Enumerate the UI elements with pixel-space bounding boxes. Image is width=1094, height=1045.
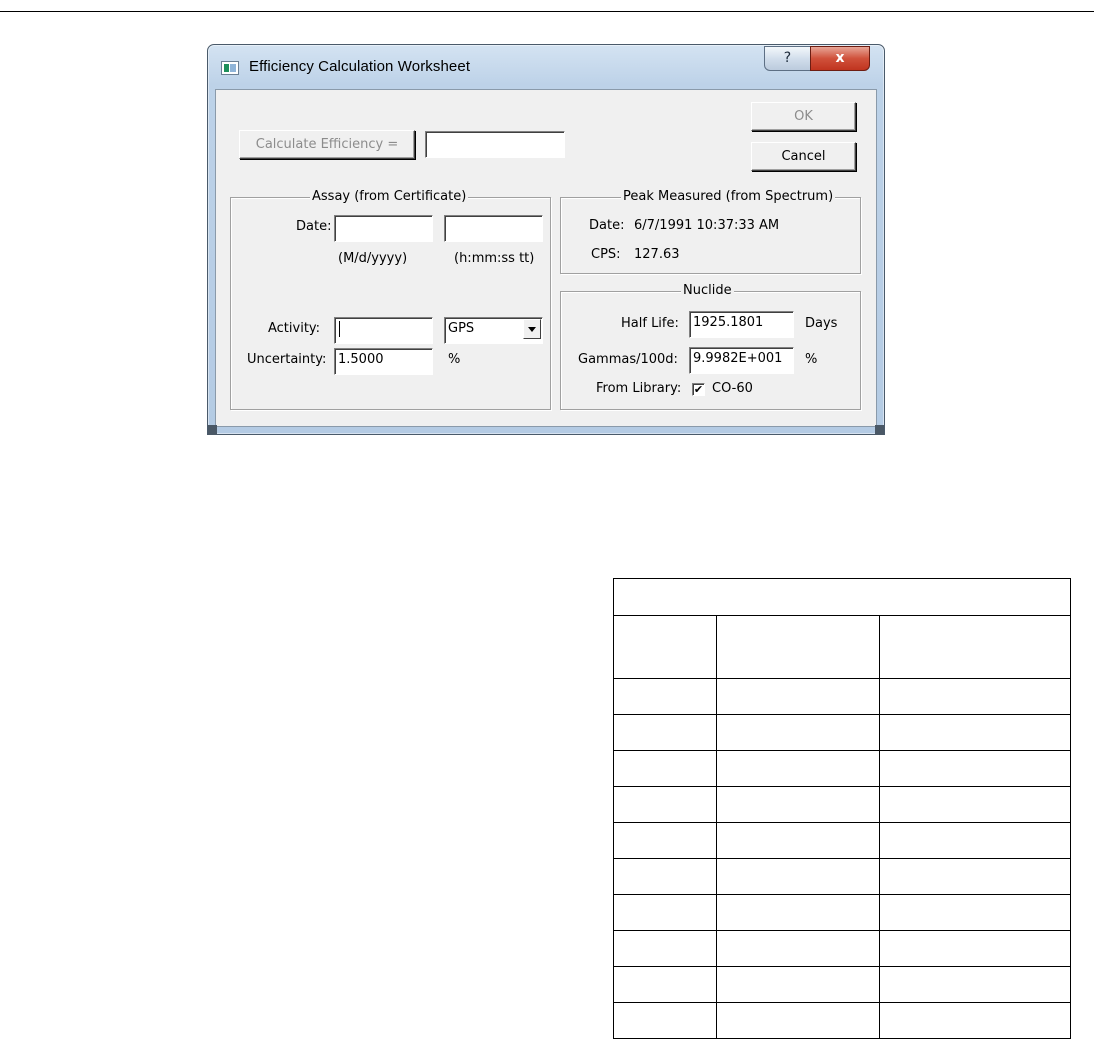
table-cell	[613, 858, 717, 895]
window-corner	[208, 425, 217, 435]
window-corner	[875, 425, 884, 435]
gammas-label: Gammas/100d:	[578, 352, 678, 367]
close-button[interactable]: x	[810, 46, 870, 71]
table-header-cell	[613, 615, 717, 679]
assay-date-label: Date:	[296, 219, 332, 234]
table-row	[613, 678, 1072, 715]
efficiency-dialog: Efficiency Calculation Worksheet ? x Cal…	[207, 44, 885, 435]
table-row	[613, 822, 1072, 859]
ok-button[interactable]: OK	[751, 102, 856, 131]
from-library-label: From Library:	[596, 381, 682, 396]
table-cell	[613, 750, 717, 787]
uncertainty-field[interactable]: 1.5000	[334, 348, 433, 375]
peak-date-value: 6/7/1991 10:37:33 AM	[634, 218, 780, 233]
gammas-unit: %	[805, 352, 818, 367]
close-icon: x	[835, 50, 845, 66]
library-nuclide-name: CO-60	[712, 381, 753, 396]
table-cell	[613, 786, 717, 823]
half-life-label: Half Life:	[621, 316, 679, 331]
table-row	[613, 858, 1072, 895]
help-button[interactable]: ?	[764, 46, 811, 71]
peak-measured-group: Peak Measured (from Spectrum)	[560, 189, 861, 274]
table-cell	[613, 894, 717, 931]
table-cell	[878, 1002, 1072, 1039]
uncertainty-unit: %	[448, 352, 461, 367]
half-life-field[interactable]: 1925.1801	[689, 311, 794, 338]
table-cell	[716, 786, 880, 823]
table-cell	[716, 930, 880, 967]
table-row	[613, 714, 1072, 751]
nuclide-group-label: Nuclide	[681, 283, 734, 298]
uncertainty-label: Uncertainty:	[247, 352, 327, 367]
activity-field[interactable]	[334, 317, 433, 344]
table-cell	[716, 966, 880, 1003]
table-header-cell	[878, 615, 1072, 679]
table-caption-row	[612, 578, 1072, 616]
assay-date-field[interactable]	[334, 215, 433, 242]
peak-date-label: Date:	[589, 218, 625, 233]
checkmark-icon: ✔	[693, 383, 704, 396]
table-row	[613, 894, 1072, 931]
half-life-unit: Days	[805, 316, 838, 331]
table-cell	[878, 966, 1072, 1003]
gammas-field[interactable]: 9.9982E+001	[689, 347, 794, 374]
peak-group-label: Peak Measured (from Spectrum)	[621, 189, 836, 204]
help-icon: ?	[783, 50, 792, 66]
table-cell	[613, 714, 717, 751]
data-table	[612, 578, 1072, 1039]
table-row	[613, 1002, 1072, 1039]
dialog-client-area: Calculate Efficiency = OK Cancel Assay (…	[215, 89, 877, 427]
activity-unit-value: GPS	[448, 321, 475, 336]
date-format-hint: (M/d/yyyy)	[338, 251, 408, 266]
app-window-icon	[221, 61, 239, 75]
table-cell	[878, 714, 1072, 751]
table-cell	[716, 714, 880, 751]
table-cell	[878, 750, 1072, 787]
activity-unit-select[interactable]: GPS	[444, 317, 543, 344]
table-cell	[716, 1002, 880, 1039]
table-cell	[878, 930, 1072, 967]
table-cell	[878, 678, 1072, 715]
cps-label: CPS:	[591, 247, 621, 262]
calculate-efficiency-button[interactable]: Calculate Efficiency =	[239, 130, 415, 159]
table-cell	[716, 858, 880, 895]
table-row	[613, 966, 1072, 1003]
dialog-title: Efficiency Calculation Worksheet	[249, 58, 471, 75]
title-bar[interactable]: Efficiency Calculation Worksheet ? x	[208, 45, 884, 89]
table-row	[613, 750, 1072, 787]
time-format-hint: (h:mm:ss tt)	[454, 251, 535, 266]
assay-time-field[interactable]	[444, 215, 543, 242]
table-cell	[878, 858, 1072, 895]
table-cell	[613, 930, 717, 967]
table-cell	[716, 822, 880, 859]
text-caret	[339, 321, 340, 337]
efficiency-result-field[interactable]	[425, 131, 565, 158]
table-cell	[613, 966, 717, 1003]
table-cell	[613, 678, 717, 715]
table-cell	[878, 822, 1072, 859]
table-header-row	[613, 615, 1072, 679]
table-cell	[878, 786, 1072, 823]
cps-value: 127.63	[634, 247, 680, 262]
table-cell	[613, 1002, 717, 1039]
table-caption	[612, 578, 1072, 616]
cancel-button[interactable]: Cancel	[751, 142, 856, 171]
table-header-cell	[716, 615, 880, 679]
table-cell	[878, 894, 1072, 931]
table-cell	[716, 678, 880, 715]
top-rule	[0, 11, 1094, 12]
from-library-checkbox[interactable]: ✔	[692, 383, 705, 396]
chevron-down-icon[interactable]	[523, 319, 541, 339]
assay-group-label: Assay (from Certificate)	[310, 189, 469, 204]
activity-label: Activity:	[268, 321, 321, 336]
table-cell	[716, 750, 880, 787]
table-row	[613, 930, 1072, 967]
table-row	[613, 786, 1072, 823]
table-cell	[716, 894, 880, 931]
table-cell	[613, 822, 717, 859]
